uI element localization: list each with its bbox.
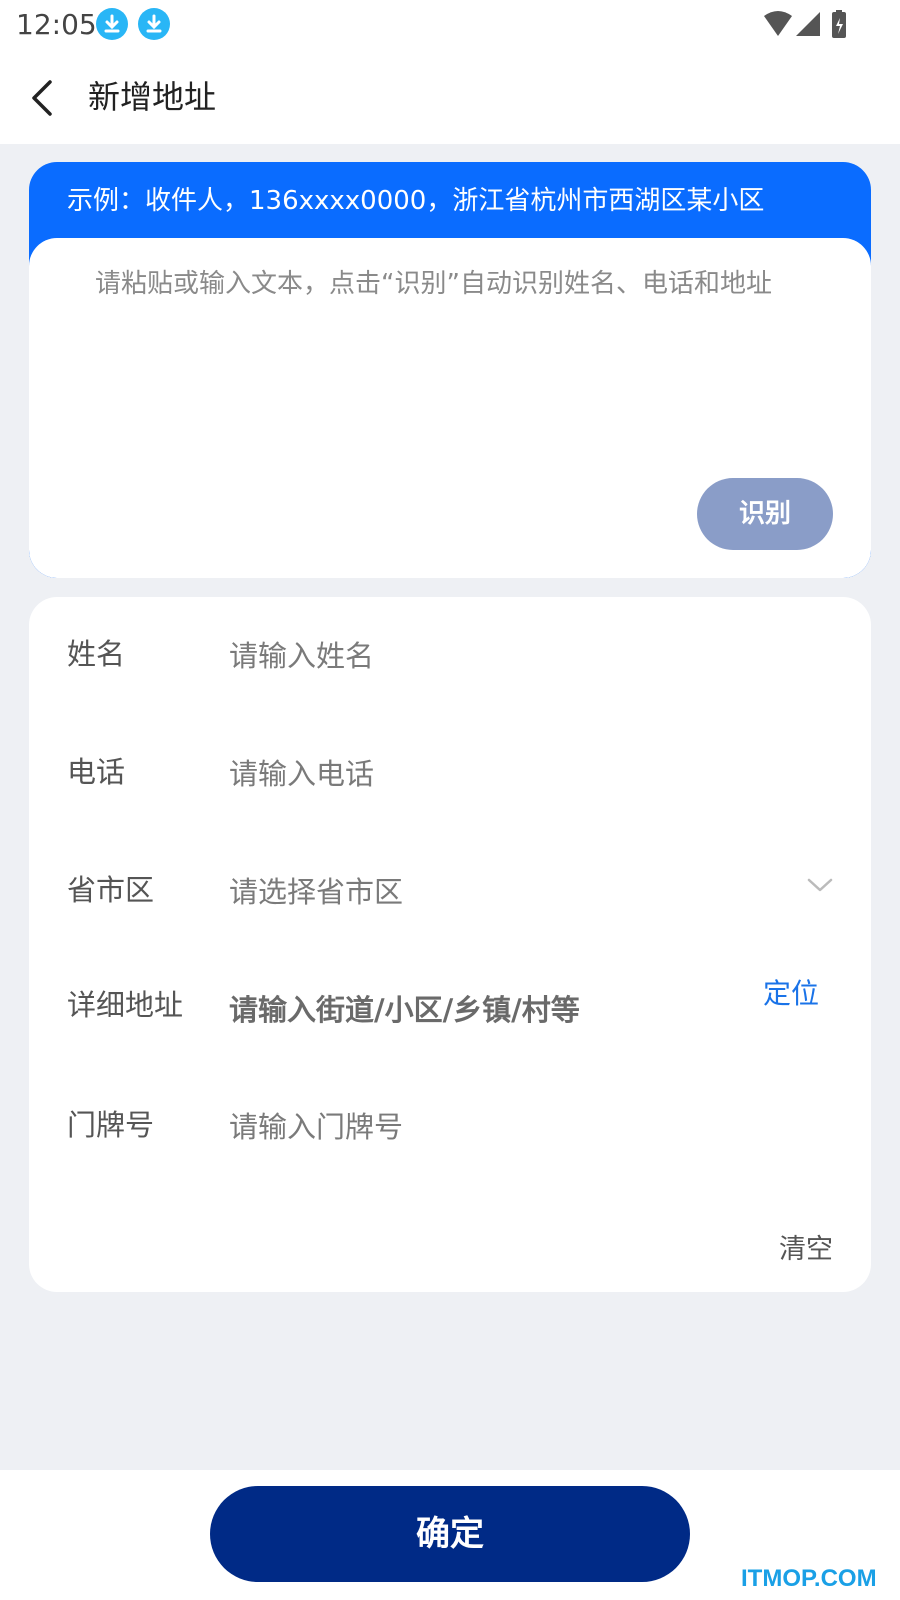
address-form-card: 姓名 请输入姓名 电话 请输入电话 省市区 请选择省市区 详细地址 请输入街道/…	[29, 597, 871, 1292]
chevron-down-icon[interactable]	[807, 877, 833, 897]
confirm-button[interactable]: 确定	[210, 1486, 690, 1582]
top-bar: 新增地址	[0, 52, 900, 144]
download-icon	[138, 8, 170, 40]
region-label: 省市区	[67, 873, 155, 907]
status-time: 12:05	[16, 8, 97, 41]
signal-icon	[796, 12, 820, 36]
name-input[interactable]: 请输入姓名	[229, 633, 374, 675]
phone-label: 电话	[67, 755, 126, 789]
region-select[interactable]: 请选择省市区	[229, 869, 403, 911]
phone-input[interactable]: 请输入电话	[229, 751, 374, 793]
door-number-input[interactable]: 请输入门牌号	[229, 1104, 403, 1146]
detail-address-label: 详细地址	[67, 988, 184, 1022]
status-bar: 12:05	[0, 0, 900, 52]
smart-paste-card: 示例：收件人，136xxxx0000，浙江省杭州市西湖区某小区 请粘贴或输入文本…	[29, 162, 871, 578]
wifi-icon	[764, 11, 792, 36]
example-text: 示例：收件人，136xxxx0000，浙江省杭州市西湖区某小区	[67, 186, 765, 216]
back-arrow-icon[interactable]	[28, 78, 58, 118]
region-row[interactable]: 省市区 请选择省市区	[29, 857, 871, 917]
detail-address-row: 详细地址 请输入街道/小区/乡镇/村等 定位	[29, 972, 871, 1032]
door-number-row: 门牌号 请输入门牌号	[29, 1092, 871, 1152]
locate-button[interactable]: 定位	[763, 972, 819, 1012]
status-icons	[762, 10, 854, 44]
name-label: 姓名	[67, 637, 126, 671]
download-icon	[96, 8, 128, 40]
paste-textarea[interactable]: 请粘贴或输入文本，点击“识别”自动识别姓名、电话和地址 识别	[29, 238, 871, 578]
paste-placeholder: 请粘贴或输入文本，点击“识别”自动识别姓名、电话和地址	[95, 269, 772, 299]
door-number-label: 门牌号	[67, 1108, 155, 1142]
name-row: 姓名 请输入姓名	[29, 621, 871, 681]
phone-row: 电话 请输入电话	[29, 739, 871, 799]
recognize-button[interactable]: 识别	[697, 478, 833, 550]
clear-button[interactable]: 清空	[779, 1227, 833, 1266]
watermark: ITMOP.COM	[741, 1565, 877, 1592]
page-title: 新增地址	[88, 78, 217, 116]
detail-address-input[interactable]: 请输入街道/小区/乡镇/村等	[229, 987, 580, 1029]
